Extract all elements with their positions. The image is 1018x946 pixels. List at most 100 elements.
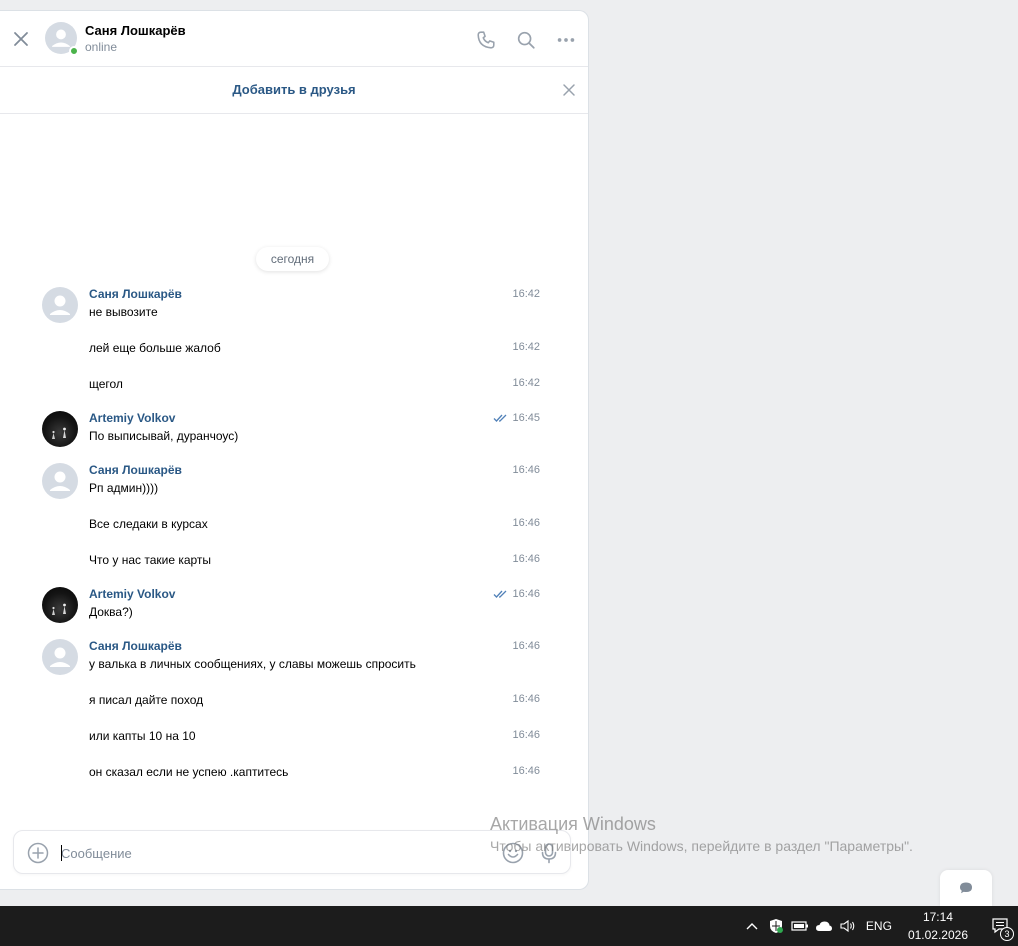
message-item: или капты 10 на 10 16:46 [0, 728, 588, 748]
message-time: 16:46 [512, 693, 540, 705]
message-author[interactable]: Саня Лошкарёв [89, 287, 182, 301]
message-composer [13, 830, 571, 874]
message-author[interactable]: Artemiy Volkov [89, 411, 175, 425]
read-checkmarks-icon [494, 414, 507, 422]
time-label: 16:46 [512, 464, 540, 476]
windows-activation-text: Чтобы активировать Windows, перейдите в … [490, 838, 913, 854]
message-time: 16:45 [493, 412, 540, 424]
message-text: он сказал если не успею .каптитесь [89, 765, 289, 779]
default-avatar-icon [42, 287, 78, 323]
message-author[interactable]: Саня Лошкарёв [89, 463, 182, 477]
message-time: 16:42 [512, 377, 540, 389]
chat-bubble-icon [960, 882, 972, 894]
time-label: 16:42 [512, 288, 540, 300]
clock-time: 17:14 [922, 910, 953, 924]
message-group: Саня Лошкарёв не вывозите 16:42 [0, 287, 588, 327]
message-group: Artemiy Volkov Доква?) 16:46 [0, 587, 588, 627]
read-checkmarks-icon [494, 590, 507, 598]
message-text: Доква?) [89, 605, 133, 619]
message-group: Саня Лошкарёв Рп админ)))) 16:46 [0, 463, 588, 503]
message-text: По выписывай, дуранчоус) [89, 429, 239, 443]
shield-icon[interactable] [764, 906, 788, 946]
chat-window: Саня Лошкарёв online Добавить в друзья с… [0, 10, 589, 890]
sender-avatar[interactable] [42, 639, 78, 675]
default-avatar-icon [42, 639, 78, 675]
message-time: 16:42 [512, 288, 540, 300]
time-label: 16:42 [512, 341, 540, 353]
more-icon[interactable] [554, 28, 578, 52]
message-author[interactable]: Artemiy Volkov [89, 587, 175, 601]
system-tray: ENG 17:14 01.02.2026 3 [740, 906, 1018, 946]
time-label: 16:45 [512, 412, 540, 424]
message-item: я писал дайте поход 16:46 [0, 692, 588, 712]
search-icon[interactable] [514, 28, 538, 52]
message-text: Что у нас такие карты [89, 553, 212, 567]
message-group: Artemiy Volkov По выписывай, дуранчоус) … [0, 411, 588, 451]
sender-avatar[interactable] [42, 463, 78, 499]
message-item: Все следаки в курсах 16:46 [0, 516, 588, 536]
header-avatar[interactable] [45, 22, 79, 56]
message-time: 16:46 [512, 464, 540, 476]
language-indicator[interactable]: ENG [860, 919, 900, 933]
user-photo-avatar [42, 587, 78, 623]
date-divider: сегодня [256, 247, 329, 271]
volume-icon[interactable] [836, 906, 860, 946]
online-status: online [85, 40, 118, 54]
time-label: 16:46 [512, 588, 540, 600]
add-friend-bar: Добавить в друзья [0, 67, 588, 114]
taskbar: ENG 17:14 01.02.2026 3 [0, 906, 1018, 946]
default-avatar-icon [42, 463, 78, 499]
message-text: я писал дайте поход [89, 693, 204, 707]
message-text: щегол [89, 377, 123, 391]
message-time: 16:46 [512, 553, 540, 565]
time-label: 16:46 [512, 729, 540, 741]
message-time: 16:46 [512, 765, 540, 777]
message-time: 16:46 [512, 729, 540, 741]
message-item: щегол 16:42 [0, 376, 588, 396]
message-time: 16:46 [512, 517, 540, 529]
text-caret [61, 845, 62, 861]
time-label: 16:46 [512, 517, 540, 529]
user-photo-avatar [42, 411, 78, 447]
time-label: 16:46 [512, 553, 540, 565]
message-text: не вывозите [89, 305, 158, 319]
time-label: 16:46 [512, 765, 540, 777]
chat-header: Саня Лошкарёв online [0, 11, 588, 67]
time-label: 16:42 [512, 377, 540, 389]
notifications-button[interactable]: 3 [982, 906, 1018, 946]
sender-avatar[interactable] [42, 587, 78, 623]
message-time: 16:46 [512, 640, 540, 652]
clock[interactable]: 17:14 01.02.2026 [900, 908, 982, 944]
clock-date: 01.02.2026 [907, 928, 968, 942]
sender-avatar[interactable] [42, 411, 78, 447]
windows-activation-title: Активация Windows [490, 814, 656, 834]
message-input[interactable] [61, 843, 481, 863]
time-label: 16:46 [512, 640, 540, 652]
message-text: лей еще больше жалоб [89, 341, 221, 355]
chevron-up-icon[interactable] [740, 906, 764, 946]
close-chat-icon[interactable] [11, 29, 31, 49]
message-time: 16:42 [512, 341, 540, 353]
chat-title[interactable]: Саня Лошкарёв [85, 23, 186, 38]
dismiss-add-friend-icon[interactable] [562, 83, 576, 97]
online-indicator [69, 46, 79, 56]
message-text: Рп админ)))) [89, 481, 159, 495]
sender-avatar[interactable] [42, 287, 78, 323]
header-actions [474, 28, 578, 52]
notification-count-badge: 3 [1000, 927, 1014, 941]
message-item: лей еще больше жалоб 16:42 [0, 340, 588, 360]
add-friend-button[interactable]: Добавить в друзья [0, 82, 588, 97]
message-time: 16:46 [493, 588, 540, 600]
message-text: Все следаки в курсах [89, 517, 208, 531]
attach-plus-icon[interactable] [27, 842, 49, 864]
time-label: 16:46 [512, 693, 540, 705]
message-group: Саня Лошкарёв у валька в личных сообщени… [0, 639, 588, 679]
message-text: или капты 10 на 10 [89, 729, 196, 743]
cloud-icon[interactable] [812, 906, 836, 946]
phone-icon[interactable] [474, 28, 498, 52]
open-chat-button[interactable] [940, 870, 992, 906]
message-item: он сказал если не успею .каптитесь 16:46 [0, 764, 588, 784]
battery-icon[interactable] [788, 906, 812, 946]
message-item: Что у нас такие карты 16:46 [0, 552, 588, 572]
message-author[interactable]: Саня Лошкарёв [89, 639, 182, 653]
